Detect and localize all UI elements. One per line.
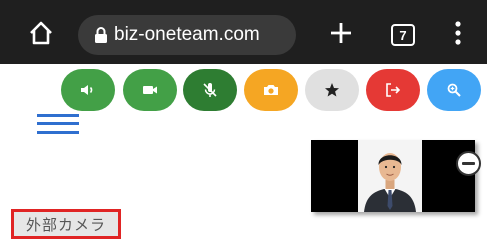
exit-icon xyxy=(386,83,401,97)
microphone-muted-icon xyxy=(203,83,217,97)
favorite-button[interactable] xyxy=(305,69,359,111)
external-camera-label: 外部カメラ xyxy=(25,215,106,234)
minimize-video-button[interactable] xyxy=(456,151,481,176)
camera-icon xyxy=(264,85,278,95)
exit-button[interactable] xyxy=(366,69,420,111)
tab-switcher-button[interactable]: 7 xyxy=(391,24,415,46)
external-camera-button[interactable]: 外部カメラ xyxy=(11,209,121,239)
microphone-mute-button[interactable] xyxy=(183,69,237,111)
minus-icon xyxy=(462,162,475,165)
snapshot-button[interactable] xyxy=(244,69,298,111)
person-video-image xyxy=(358,140,422,212)
video-camera-button[interactable] xyxy=(123,69,177,111)
browser-toolbar: biz-oneteam.com 7 xyxy=(0,0,487,64)
speaker-icon xyxy=(81,85,93,95)
hamburger-menu-icon[interactable] xyxy=(37,112,79,136)
address-bar[interactable]: biz-oneteam.com xyxy=(78,15,296,55)
star-icon xyxy=(325,83,339,97)
video-preview xyxy=(311,140,475,212)
lock-icon xyxy=(95,27,107,43)
speaker-button[interactable] xyxy=(61,69,115,111)
zoom-icon xyxy=(447,83,461,97)
video-camera-icon xyxy=(143,86,157,94)
more-menu-icon[interactable] xyxy=(450,19,466,47)
tab-count-label: 7 xyxy=(399,27,407,43)
new-tab-icon[interactable] xyxy=(328,20,354,46)
zoom-button[interactable] xyxy=(427,69,481,111)
home-icon[interactable] xyxy=(28,20,54,46)
url-text: biz-oneteam.com xyxy=(114,24,260,45)
